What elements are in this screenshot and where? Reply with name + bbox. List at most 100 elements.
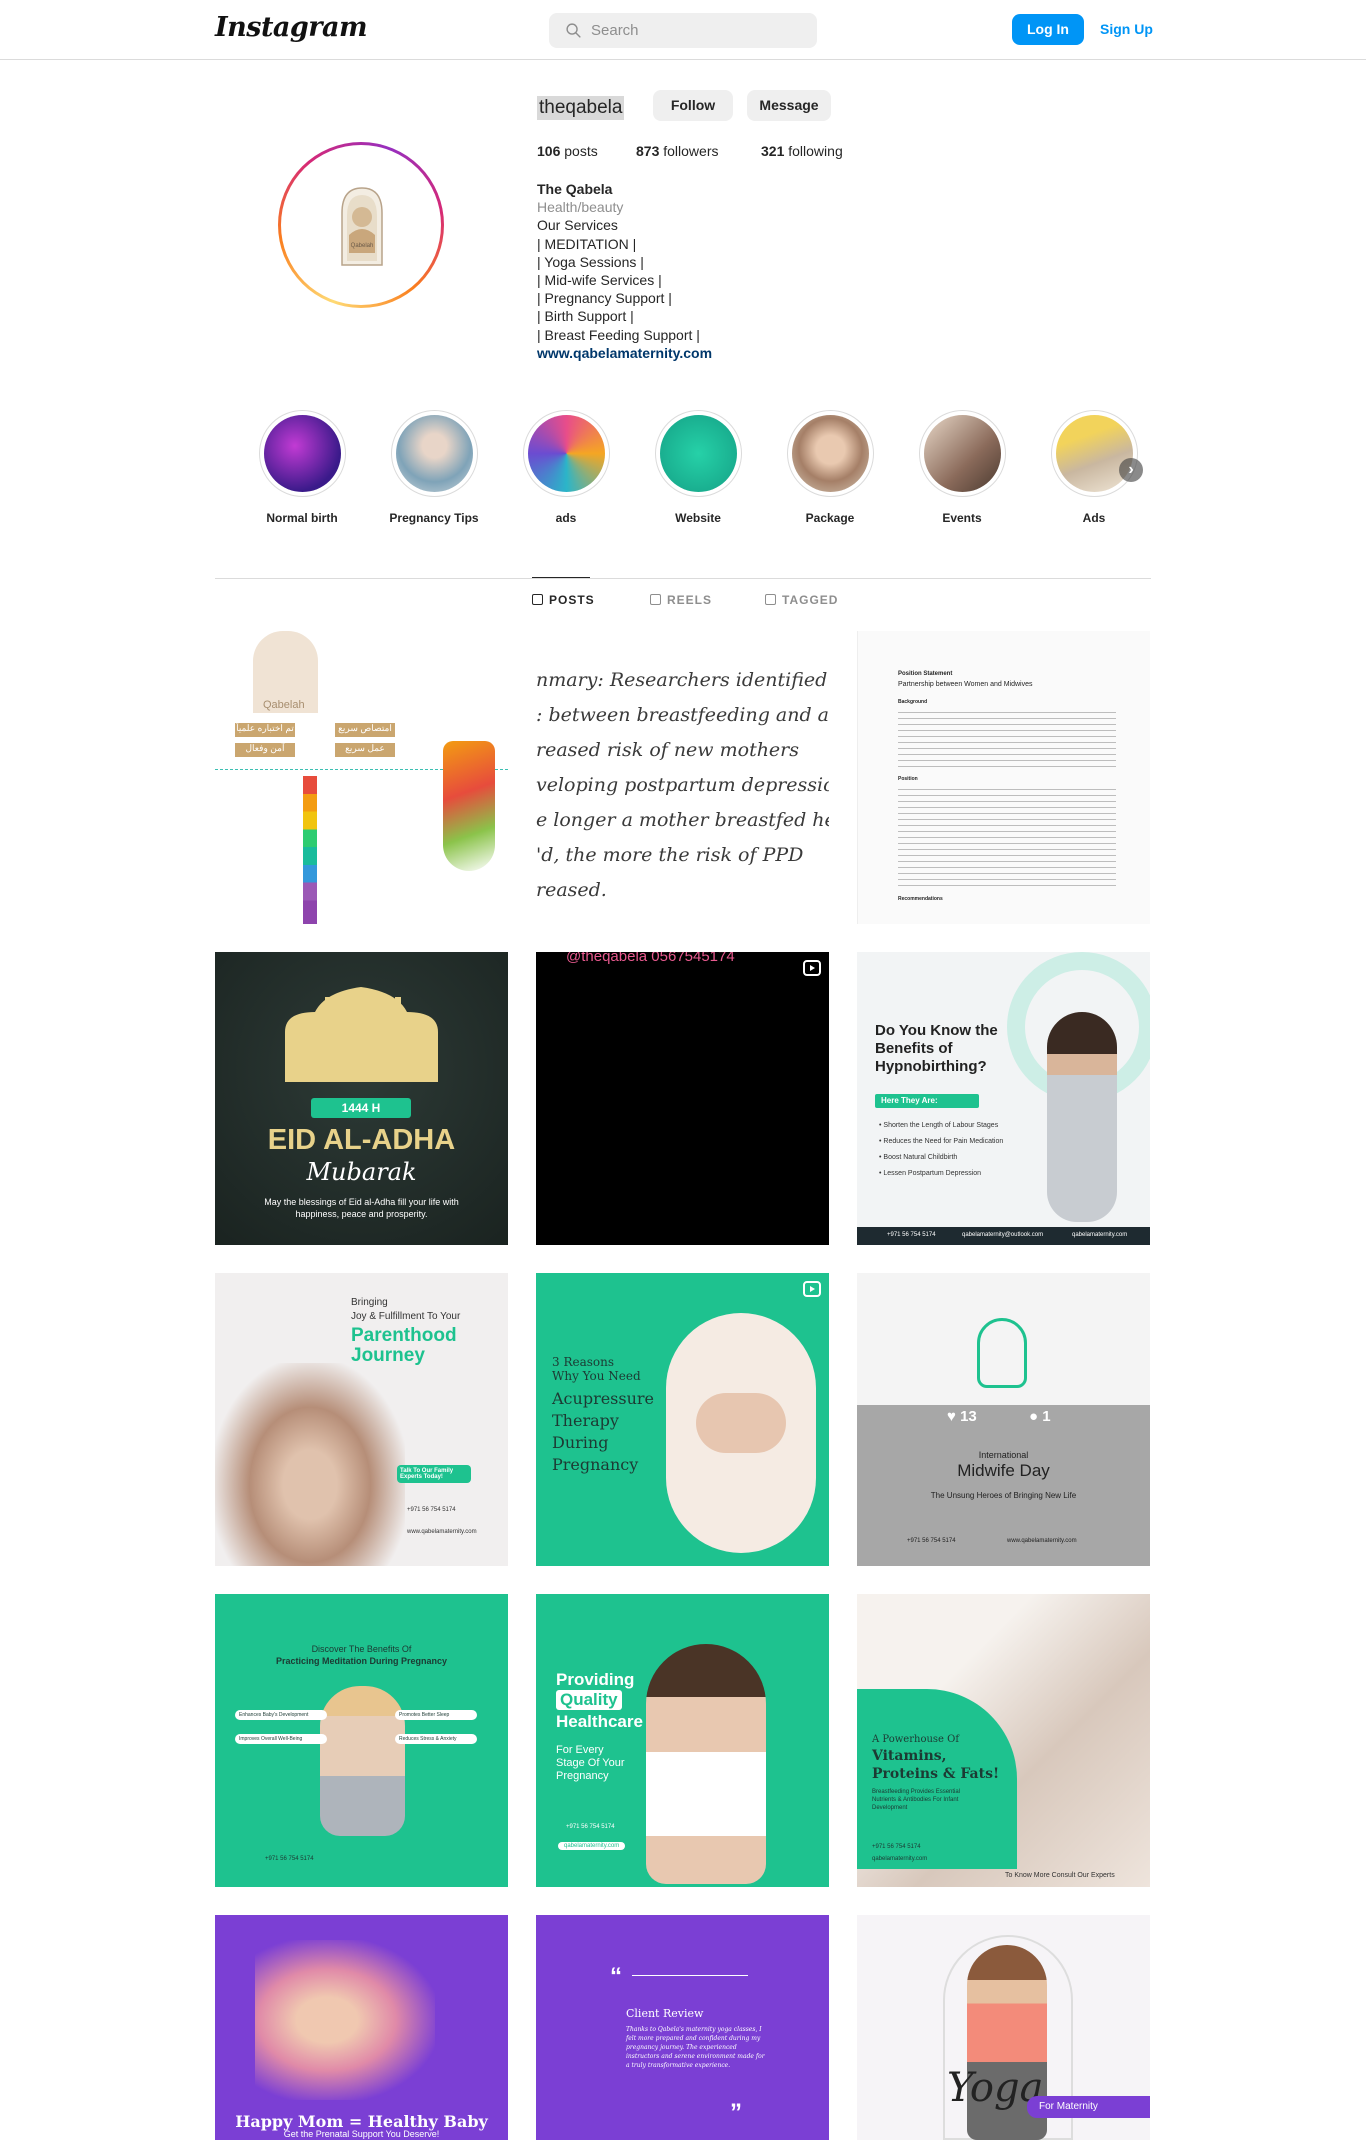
highlight-cover	[395, 415, 473, 492]
tab-posts[interactable]: POSTS	[532, 593, 595, 607]
mother-baby-icon	[977, 1318, 1027, 1388]
signup-link[interactable]: Sign Up	[1100, 21, 1153, 37]
tab-tagged-label: TAGGED	[782, 593, 839, 607]
reel-icon	[803, 960, 821, 976]
post-label: تم اختباره علمياً	[235, 723, 295, 737]
search-box[interactable]	[549, 13, 817, 48]
post-text-line: Acupressure	[552, 1389, 655, 1408]
post-section: Position	[898, 776, 918, 782]
post-contact: +971 56 754 5174	[407, 1507, 456, 1513]
post-label: آمن وفعال	[235, 743, 295, 757]
search-icon	[566, 23, 581, 38]
mother-baby-photo	[255, 1940, 435, 2100]
footer-phone: +971 56 754 5174	[887, 1232, 936, 1238]
highlight-normal-birth[interactable]: Normal birth	[247, 410, 357, 525]
post-tile[interactable]: A Powerhouse Of Vitamins, Proteins & Fat…	[857, 1594, 1150, 1887]
benefit-pill: Promotes Better Sleep	[395, 1710, 477, 1720]
post-text-line: Parenthood	[351, 1325, 457, 1346]
following-stat[interactable]: 321 following	[761, 143, 843, 159]
eid-script: Mubarak	[306, 1158, 417, 1186]
eid-title: EID AL-ADHA	[267, 1124, 456, 1156]
post-tile[interactable]: “ Client Review Thanks to Qabela's mater…	[536, 1915, 829, 2140]
post-brand-text: Qabelah	[263, 699, 305, 711]
post-tile[interactable]: ♥ 13 ● 1 International Midwife Day The U…	[857, 1273, 1150, 1566]
post-tile[interactable]: @theqabela 0567545174	[536, 952, 829, 1245]
login-button[interactable]: Log In	[1012, 14, 1084, 45]
instagram-logo[interactable]: Instagram	[215, 12, 368, 43]
highlight-ads[interactable]: ads	[511, 410, 621, 525]
post-tile[interactable]: 1444 H EID AL-ADHA Mubarak May the bless…	[215, 952, 508, 1245]
bio-line: | MEDITATION |	[537, 235, 637, 252]
post-list-item: • Reduces the Need for Pain Medication	[879, 1138, 1004, 1145]
highlight-website[interactable]: Website	[643, 410, 753, 525]
post-list-item: • Lessen Postpartum Depression	[879, 1170, 982, 1177]
tabs-divider	[215, 578, 1151, 579]
bio-line: | Birth Support |	[537, 308, 634, 325]
highlight-events[interactable]: Events	[907, 410, 1017, 525]
post-text-line: Proteins & Fats!	[872, 1766, 1000, 1782]
message-button[interactable]: Message	[747, 90, 831, 121]
post-list-item: • Shorten the Length of Labour Stages	[879, 1122, 999, 1129]
avatar-image: Qabelah	[281, 145, 441, 305]
post-tile[interactable]: Do You Know the Benefits of Hypnobirthin…	[857, 952, 1150, 1245]
pregnant-woman-image	[646, 1644, 766, 1884]
text-lines	[898, 786, 1116, 886]
reel-icon	[803, 1281, 821, 1297]
highlight-label: Events	[942, 511, 982, 525]
post-quote: Thanks to Qabela's maternity yoga classe…	[626, 2026, 765, 2069]
tab-tagged[interactable]: TAGGED	[765, 593, 838, 607]
post-contact: qabelamaternity.com	[872, 1856, 928, 1862]
post-tile[interactable]: Providing Quality Healthcare For Every S…	[536, 1594, 829, 1887]
hand-graphic	[696, 1393, 786, 1453]
qabela-logo-icon: Qabelah	[341, 187, 383, 266]
highlights-next-button[interactable]: ›	[1119, 458, 1143, 482]
highlight-package[interactable]: Package	[775, 410, 885, 525]
profile-name: The Qabela	[537, 181, 613, 197]
bio-line: | Breast Feeding Support |	[537, 326, 700, 343]
post-tile[interactable]: Discover The Benefits Of Practicing Medi…	[215, 1594, 508, 1887]
search-input[interactable]	[591, 19, 801, 42]
followers-label: followers	[659, 143, 719, 159]
tab-reels-label: REELS	[667, 593, 713, 607]
avatar-brand-text: Qabelah	[351, 243, 374, 249]
post-text-line: During	[552, 1433, 609, 1452]
profile-avatar[interactable]: Qabelah	[278, 142, 444, 308]
post-text-line: Bringing	[351, 1297, 388, 1308]
post-tile[interactable]: Bringing Joy & Fulfillment To Your Paren…	[215, 1273, 508, 1566]
post-tile[interactable]: nmary: Researchers identified a : betwee…	[536, 631, 829, 924]
follow-button[interactable]: Follow	[653, 90, 733, 121]
post-text-line: Providing	[556, 1670, 635, 1689]
post-quote-line: nmary: Researchers identified a	[536, 669, 829, 691]
comment-icon: ●	[1029, 1408, 1043, 1425]
post-contact: www.qabelamaternity.com	[1007, 1538, 1077, 1544]
post-tile[interactable]: Qabelah تم اختباره علمياً امتصاص سريع آم…	[215, 631, 508, 924]
iv-bag-graphic	[443, 741, 495, 871]
profile-bio: The Qabela Health/beauty Our Services | …	[537, 180, 712, 362]
color-chart	[303, 776, 317, 924]
post-pill: Here They Are:	[875, 1094, 979, 1108]
post-tile[interactable]: Yoga For Maternity	[857, 1915, 1150, 2140]
quote-close-icon: ”	[730, 2099, 742, 2126]
highlight-ring	[258, 410, 346, 497]
post-contact: +971 56 754 5174	[566, 1824, 615, 1830]
pregnant-woman-image	[1047, 1012, 1117, 1222]
followers-stat[interactable]: 873 followers	[636, 143, 719, 159]
reels-icon	[650, 594, 661, 605]
post-tile[interactable]: Happy Mom = Healthy Baby Get the Prenata…	[215, 1915, 508, 2140]
post-title: Do You Know the Benefits of Hypnobirthin…	[875, 1022, 998, 1075]
footer-email: qabelamaternity@outlook.com	[962, 1232, 1044, 1238]
post-text-line: 3 Reasons	[552, 1355, 615, 1369]
tab-reels[interactable]: REELS	[650, 593, 712, 607]
post-pill: For Maternity	[1027, 2096, 1150, 2118]
post-tile[interactable]: Position Statement Partnership between W…	[857, 631, 1150, 924]
post-quote-line: reased.	[536, 879, 607, 901]
highlight-pregnancy-tips[interactable]: Pregnancy Tips	[379, 410, 489, 525]
followers-count: 873	[636, 143, 660, 159]
post-text-line: Discover The Benefits Of	[311, 1644, 412, 1654]
posts-count-stat: 106 posts	[537, 143, 598, 159]
profile-website-link[interactable]: www.qabelamaternity.com	[537, 344, 712, 362]
post-subtitle: Get the Prenatal Support You Deserve!	[283, 2129, 440, 2139]
benefit-pill: Reduces Stress & Anxiety	[395, 1734, 477, 1744]
highlight-ring	[654, 410, 742, 497]
post-tile[interactable]: 3 Reasons Why You Need Acupressure Thera…	[536, 1273, 829, 1566]
